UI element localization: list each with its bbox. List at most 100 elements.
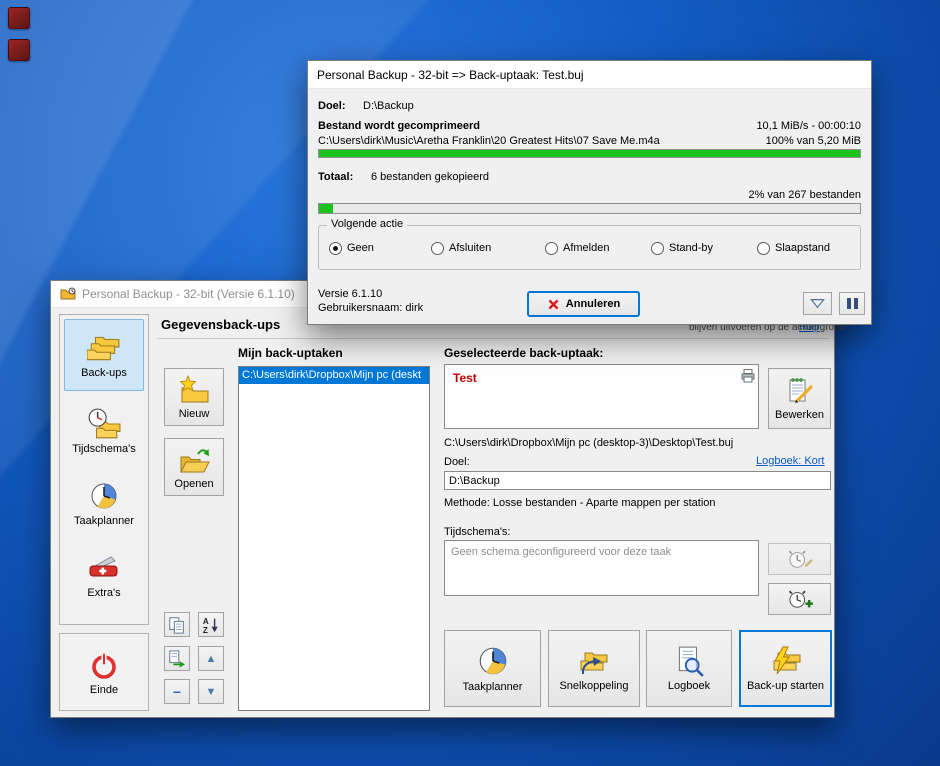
start-backup-button[interactable]: Back-up starten	[739, 630, 832, 707]
add-schedule-button[interactable]	[768, 583, 831, 615]
minimize-dropdown-button[interactable]	[803, 292, 832, 315]
progress-window-title: Personal Backup - 32-bit => Back-uptaak:…	[317, 67, 584, 82]
desktop-shortcut-icon[interactable]	[8, 39, 30, 61]
open-task-button[interactable]: Openen	[164, 438, 224, 496]
edit-task-button[interactable]: Bewerken	[768, 368, 831, 429]
desktop: Personal Backup - 32-bit (Versie 6.1.10)…	[0, 0, 940, 766]
start-backup-label: Back-up starten	[746, 680, 825, 692]
radio-option-slaapstand[interactable]: Slaapstand	[757, 240, 830, 256]
progress-window-titlebar[interactable]: Personal Backup - 32-bit => Back-uptaak:…	[308, 61, 871, 89]
total-progress-fill	[319, 204, 333, 213]
total-label: Totaal:	[318, 171, 354, 183]
main-window: Personal Backup - 32-bit (Versie 6.1.10)…	[50, 280, 845, 718]
sidebar-nav: Back-ups Tijdschema's Taakplanner Extra'…	[59, 314, 149, 625]
sidebar-item-backups[interactable]: Back-ups	[64, 319, 144, 391]
cancel-button[interactable]: Annuleren	[527, 291, 640, 317]
copy-task-button[interactable]	[164, 612, 190, 637]
move-down-button[interactable]: ▼	[198, 679, 224, 704]
task-name: Test	[453, 371, 477, 385]
target-label: Doel:	[444, 456, 470, 468]
header-divider	[157, 338, 829, 339]
export-task-button[interactable]	[164, 646, 190, 671]
total-text: 6 bestanden gekopieerd	[371, 171, 490, 183]
clock-folder-icon	[87, 408, 121, 440]
edit-schedule-button[interactable]	[768, 543, 831, 575]
target-input[interactable]	[444, 471, 831, 490]
desktop-shortcut-icon[interactable]	[8, 7, 30, 29]
radio-option-standby[interactable]: Stand-by	[651, 240, 713, 256]
current-file-path: C:\Users\dirk\Music\Aretha Franklin\20 G…	[318, 135, 660, 147]
method-line: Methode: Losse bestanden - Aparte mappen…	[444, 497, 716, 509]
radio-label: Afmelden	[563, 242, 610, 254]
schedule-box[interactable]: Geen schema geconfigureerd voor deze taa…	[444, 540, 759, 596]
svg-text:A: A	[203, 617, 209, 626]
radio-circle	[651, 241, 664, 255]
task-file-path: C:\Users\dirk\Dropbox\Mijn pc (desktop-3…	[444, 437, 734, 449]
file-progress-text: 100% van 5,20 MiB	[765, 135, 861, 147]
task-name-box[interactable]: Test	[444, 364, 759, 429]
pause-icon	[846, 298, 858, 309]
task-listbox[interactable]: C:\Users\dirk\Dropbox\Mijn pc (deskt	[238, 366, 430, 711]
shortcut-label: Snelkoppeling	[559, 680, 629, 692]
radio-label: Geen	[347, 242, 374, 254]
swiss-knife-icon	[87, 552, 121, 584]
new-task-label: Nieuw	[178, 407, 210, 420]
next-action-group: Volgende actie Geen Afsluiten Afmelden S…	[318, 218, 861, 270]
power-icon	[88, 649, 120, 681]
pause-button[interactable]	[839, 292, 865, 315]
next-action-legend: Volgende actie	[327, 218, 408, 230]
logbook-link[interactable]: Logboek: Kort	[756, 455, 825, 467]
version-text: Versie 6.1.10	[318, 288, 383, 300]
progress-speed-text: 10,1 MiB/s - 00:00:10	[756, 120, 861, 132]
copy-icon	[168, 616, 186, 634]
cancel-label: Annuleren	[565, 298, 621, 310]
app-icon	[60, 286, 76, 302]
shortcut-button[interactable]: Snelkoppeling	[548, 630, 640, 707]
logbook-icon	[673, 645, 705, 677]
logbook-label: Logboek	[667, 680, 711, 692]
sidebar-item-label: Tijdschema's	[72, 442, 136, 455]
total-progress-bar	[318, 203, 861, 214]
sidebar-item-label: Taakplanner	[74, 514, 134, 527]
sort-button[interactable]: AZ	[198, 612, 224, 637]
svg-text:Z: Z	[203, 626, 208, 634]
schedules-label: Tijdschema's:	[444, 526, 511, 538]
shortcut-folder-icon	[577, 645, 611, 677]
page-title: Gegevensback-ups	[161, 317, 281, 332]
file-progress-bar	[318, 149, 861, 158]
folder-new-icon	[178, 374, 210, 405]
radio-circle	[757, 241, 770, 255]
sort-az-icon: AZ	[202, 616, 220, 634]
sidebar-item-exit[interactable]: Einde	[64, 636, 144, 708]
total-progress-text: 2% van 267 bestanden	[748, 189, 861, 201]
sidebar-item-taskplanner[interactable]: Taakplanner	[64, 467, 144, 539]
folders-stack-icon	[87, 332, 121, 364]
progress-window: Personal Backup - 32-bit => Back-uptaak:…	[307, 60, 872, 325]
folder-open-icon	[178, 445, 210, 475]
new-task-button[interactable]: Nieuw	[164, 368, 224, 426]
radio-label: Afsluiten	[449, 242, 492, 254]
task-list-item[interactable]: C:\Users\dirk\Dropbox\Mijn pc (deskt	[239, 367, 429, 384]
selected-task-heading: Geselecteerde back-uptaak:	[444, 346, 604, 360]
chevron-down-icon	[809, 297, 826, 310]
taskplanner-button[interactable]: Taakplanner	[444, 630, 541, 707]
remove-task-button[interactable]: −	[164, 679, 190, 704]
move-up-button[interactable]: ▲	[198, 646, 224, 671]
radio-circle	[545, 241, 558, 255]
minus-icon: −	[172, 683, 182, 700]
sidebar-item-extras[interactable]: Extra's	[64, 539, 144, 611]
sidebar-exit-panel: Einde	[59, 633, 149, 711]
radio-option-afmelden[interactable]: Afmelden	[545, 240, 609, 256]
schedule-empty-text: Geen schema geconfigureerd voor deze taa…	[451, 546, 672, 558]
notepad-edit-icon	[785, 376, 815, 406]
sidebar-item-schedules[interactable]: Tijdschema's	[64, 395, 144, 467]
radio-circle	[431, 241, 444, 255]
radio-label: Stand-by	[669, 242, 714, 254]
print-icon[interactable]	[741, 368, 755, 383]
radio-circle	[329, 241, 342, 255]
clock-pie-icon	[88, 480, 120, 512]
radio-option-afsluiten[interactable]: Afsluiten	[431, 240, 491, 256]
logbook-button[interactable]: Logboek	[646, 630, 732, 707]
radio-option-geen[interactable]: Geen	[329, 240, 374, 256]
backup-start-icon	[769, 645, 803, 677]
